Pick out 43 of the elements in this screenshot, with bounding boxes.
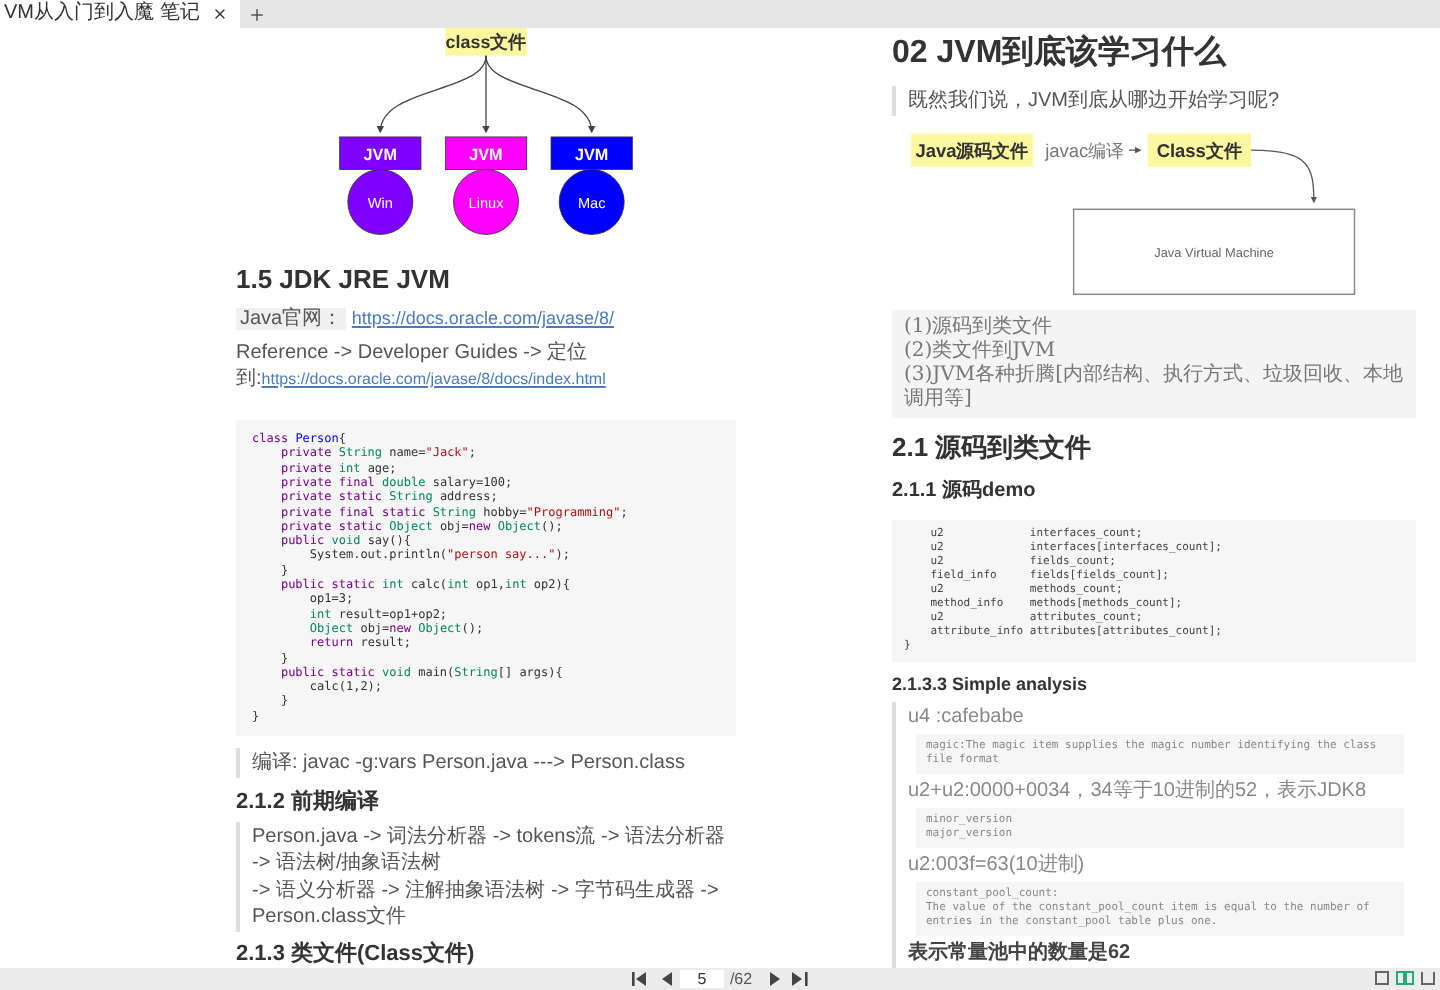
official-site-text: Java官网： https://docs.oracle.com/javase/8/ (236, 306, 616, 333)
section-heading: 2.1.1 源码demo (892, 477, 1038, 504)
compile-note: 编译: javac -g:vars Person.java ---> Person.class (252, 750, 687, 776)
page-count: /62 (729, 970, 753, 988)
single-page-view-icon[interactable] (1374, 970, 1390, 986)
document-tab[interactable]: VM从入门到入魔 笔记 (0, 0, 240, 28)
analysis-note: u2+u2:0000+0034，34等于10进制的52，表示JDK8 (908, 778, 1369, 804)
arrow (1250, 149, 1317, 204)
previous-page-icon[interactable] (657, 970, 674, 988)
section-heading: 2.1.3.3 Simple analysis (892, 674, 1090, 694)
class-file-node: class文件 (445, 28, 527, 56)
first-page-icon[interactable] (631, 970, 652, 988)
analysis-note: u2:003f=63(10进制) (908, 852, 1087, 878)
section-heading: 2.1.2 前期编译 (236, 787, 382, 816)
jvm-node: JVM (339, 136, 422, 170)
platform-node: Win (347, 169, 414, 235)
close-icon[interactable] (211, 6, 228, 22)
edge-label: javac编译 (1045, 140, 1125, 161)
docs-link[interactable]: https://docs.oracle.com/javase/8/ (351, 308, 614, 329)
reference-text: Reference -> Developer Guides -> 定位到:https://docs.oracle.com/javase/8/docs/index.html (236, 340, 608, 393)
section-heading: 2.1.3 类文件(Class文件) (236, 939, 477, 968)
jvm-node: JVM (550, 136, 633, 170)
source-file-node: Java源码文件 (911, 133, 1033, 167)
last-page-icon[interactable] (788, 970, 809, 988)
jvm-node: JVM (444, 136, 528, 170)
section-heading: 1.5 JDK JRE JVM (236, 264, 452, 295)
class-file-node: Class文件 (1147, 133, 1251, 167)
arrow (1128, 146, 1142, 154)
conclusion-text: 表示常量池中的数量是62 (908, 940, 1133, 966)
docs-link[interactable]: https://docs.oracle.com/javase/8/docs/index.html (261, 370, 606, 389)
page-number-field[interactable]: 5 (679, 970, 724, 988)
steps-block: (1)源码到类文件 (2)类文件到JVM (3)JVM各种折腾[内部结构、执行方式、垃圾回收、本地调用等] (892, 310, 1416, 418)
platform-node: Mac (558, 169, 625, 235)
pipeline-text: -> 语义分析器 -> 注解抽象语法树 -> 字节码生成器 -> Person.class文件 (252, 878, 721, 930)
plus-icon[interactable] (247, 5, 266, 23)
intro-text: 既然我们说，JVM到底从哪边开始学习呢? (908, 88, 1282, 114)
platform-node: Linux (453, 169, 519, 235)
next-page-icon[interactable] (766, 970, 783, 988)
scroll-view-icon[interactable] (1420, 970, 1436, 986)
analysis-note: u4 :cafebabe (908, 704, 1026, 730)
chapter-title: 02 JVM到底该学习什么 (892, 32, 1229, 74)
section-heading: 2.1 源码到类文件 (892, 430, 1094, 466)
pipeline-text: Person.java -> 词法分析器 -> tokens流 -> 语法分析器 -> 语法树/抽象语法树 (252, 824, 727, 876)
